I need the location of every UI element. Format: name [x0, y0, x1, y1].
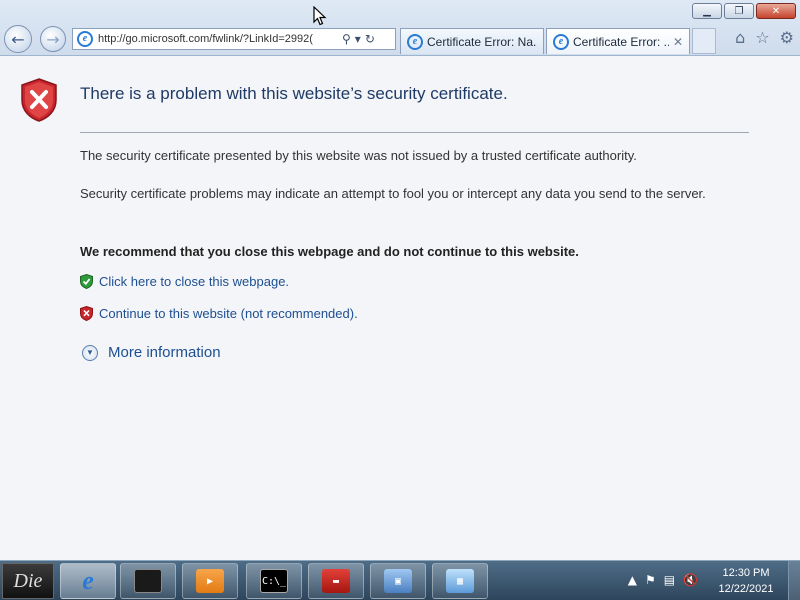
- red-shield-x-icon: [80, 306, 93, 321]
- clock-time: 12:30 PM: [722, 567, 770, 579]
- recommendation-text: We recommend that you close this webpage…: [80, 244, 579, 259]
- search-icon[interactable]: ⚲: [342, 32, 351, 46]
- taskbar-folder-app[interactable]: [120, 563, 176, 599]
- green-shield-check-icon: [80, 274, 93, 289]
- warning-text: Security certificate problems may indica…: [80, 186, 706, 201]
- minimize-icon: ▁: [703, 5, 711, 17]
- continue-website-link[interactable]: Continue to this website (not recommende…: [99, 306, 358, 321]
- network-computers-icon: ▣: [384, 569, 412, 593]
- ie-tab-icon: e: [407, 33, 423, 50]
- taskbar-network-app[interactable]: ▣: [370, 563, 426, 599]
- close-webpage-row[interactable]: Click here to close this webpage.: [80, 274, 289, 289]
- continue-website-row[interactable]: Continue to this website (not recommende…: [80, 306, 358, 321]
- window-controls: ▁ ❐ ✕: [692, 3, 796, 19]
- show-desktop-button[interactable]: [788, 561, 800, 600]
- start-button[interactable]: Die: [2, 563, 54, 599]
- new-tab-button[interactable]: [692, 28, 716, 54]
- clock[interactable]: 12:30 PM 12/22/2021: [708, 565, 784, 597]
- dropdown-icon[interactable]: ▾: [355, 32, 361, 46]
- browser-chrome: ▁ ❐ ✕ ← → e http://go.microsoft.com/fwli…: [0, 0, 800, 56]
- command-icons: ⌂ ☆ ⚙: [735, 28, 794, 47]
- restore-button[interactable]: ❐: [724, 3, 754, 19]
- dark-folder-icon: [134, 569, 162, 593]
- minimize-button[interactable]: ▁: [692, 3, 722, 19]
- taskbar-control-panel[interactable]: ▦: [432, 563, 488, 599]
- chevron-down-icon: ▼: [82, 344, 98, 361]
- refresh-icon[interactable]: ↻: [365, 32, 375, 46]
- taskbar-command-prompt[interactable]: C:\_: [246, 563, 302, 599]
- restore-icon: ❐: [734, 5, 744, 17]
- favorites-star-icon[interactable]: ☆: [755, 28, 769, 47]
- tab-label: Certificate Error: ...: [573, 34, 669, 49]
- tab-label: Certificate Error: Na...: [427, 34, 537, 49]
- media-player-icon: ▶: [196, 569, 224, 593]
- tab-certificate-error-2[interactable]: e Certificate Error: ... ✕: [546, 28, 690, 54]
- forward-button[interactable]: →: [40, 26, 66, 52]
- more-information-toggle[interactable]: ▼ More information: [82, 344, 221, 361]
- forward-arrow-icon: →: [46, 29, 60, 49]
- address-bar[interactable]: e http://go.microsoft.com/fwlink/?LinkId…: [72, 28, 396, 50]
- system-tray: ▲ ⚑ ▤ 🔇: [628, 573, 698, 587]
- untrusted-authority-text: The security certificate presented by th…: [80, 148, 637, 163]
- close-webpage-link[interactable]: Click here to close this webpage.: [99, 274, 289, 289]
- show-hidden-icons-icon[interactable]: ▲: [628, 573, 637, 587]
- ie-page-icon: e: [77, 31, 93, 47]
- toolbox-icon: ▬: [322, 569, 350, 593]
- clock-date: 12/22/2021: [718, 583, 774, 595]
- certificate-error-page: There is a problem with this website’s s…: [0, 56, 800, 560]
- settings-gear-icon[interactable]: ⚙: [780, 28, 794, 47]
- control-panel-icon: ▦: [446, 569, 474, 593]
- volume-muted-icon[interactable]: 🔇: [683, 573, 698, 587]
- command-prompt-icon: C:\_: [260, 569, 288, 593]
- internet-explorer-icon: e: [82, 566, 94, 595]
- ie-tab-icon: e: [553, 33, 569, 50]
- tab-close-icon[interactable]: ✕: [673, 35, 683, 49]
- taskbar: Die e ▶ C:\_ ▬ ▣ ▦ ▲ ⚑ ▤ 🔇 12:30 PM 12/2…: [0, 560, 800, 600]
- taskbar-media-player[interactable]: ▶: [182, 563, 238, 599]
- address-url[interactable]: http://go.microsoft.com/fwlink/?LinkId=2…: [98, 33, 338, 45]
- back-arrow-icon: ←: [11, 29, 25, 49]
- home-icon[interactable]: ⌂: [735, 28, 745, 47]
- page-title: There is a problem with this website’s s…: [80, 84, 508, 103]
- action-center-flag-icon[interactable]: ⚑: [645, 573, 656, 587]
- close-icon: ✕: [771, 5, 781, 17]
- shield-error-icon: [21, 78, 57, 122]
- taskbar-toolbox[interactable]: ▬: [308, 563, 364, 599]
- tab-certificate-error-1[interactable]: e Certificate Error: Na...: [400, 28, 544, 54]
- divider: [80, 132, 749, 133]
- mouse-cursor-icon: [313, 6, 327, 26]
- back-button[interactable]: ←: [4, 25, 32, 53]
- network-icon[interactable]: ▤: [664, 573, 675, 587]
- taskbar-internet-explorer[interactable]: e: [60, 563, 116, 599]
- close-window-button[interactable]: ✕: [756, 3, 796, 19]
- more-information-label: More information: [108, 344, 221, 361]
